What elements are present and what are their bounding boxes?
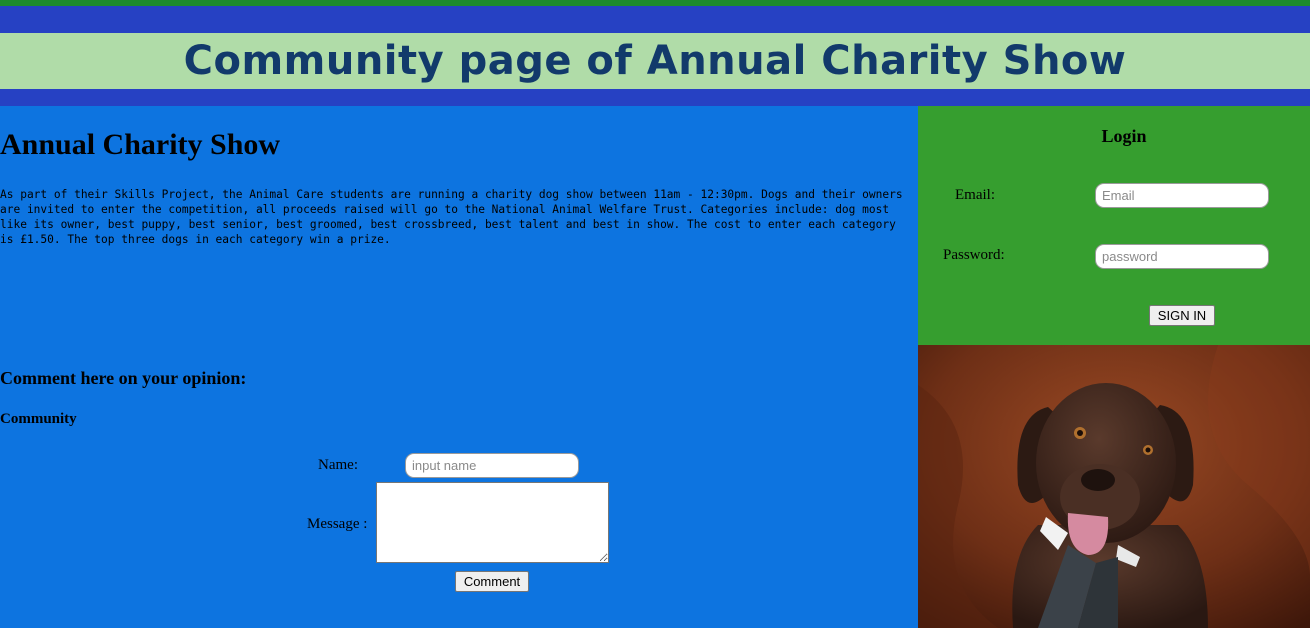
message-textarea[interactable]	[376, 482, 609, 563]
header-top-band	[0, 6, 1310, 33]
header-title-band: Community page of Annual Charity Show	[0, 33, 1310, 89]
login-title: Login	[1101, 126, 1147, 146]
login-panel: Login Email: Password: SIGN IN	[918, 106, 1310, 345]
sign-in-button[interactable]: SIGN IN	[1149, 305, 1215, 326]
dog-photo	[918, 345, 1310, 628]
comment-heading: Comment here on your opinion:	[0, 368, 247, 388]
section-heading: Annual Charity Show	[0, 128, 281, 161]
message-label: Message :	[307, 516, 368, 532]
comment-button[interactable]: Comment	[455, 571, 529, 592]
event-description: As part of their Skills Project, the Ani…	[0, 188, 903, 246]
email-input[interactable]	[1095, 183, 1269, 208]
email-label: Email:	[955, 187, 995, 203]
page-title: Community page of Annual Charity Show	[183, 38, 1127, 84]
header-bottom-band	[0, 89, 1310, 106]
password-input[interactable]	[1095, 244, 1269, 269]
dog-image	[918, 345, 1310, 628]
name-input[interactable]	[405, 453, 579, 478]
community-label: Community	[0, 411, 77, 427]
password-label: Password:	[943, 247, 1005, 263]
name-label: Name:	[318, 457, 358, 473]
main-content: Annual Charity Show As part of their Ski…	[0, 106, 918, 628]
